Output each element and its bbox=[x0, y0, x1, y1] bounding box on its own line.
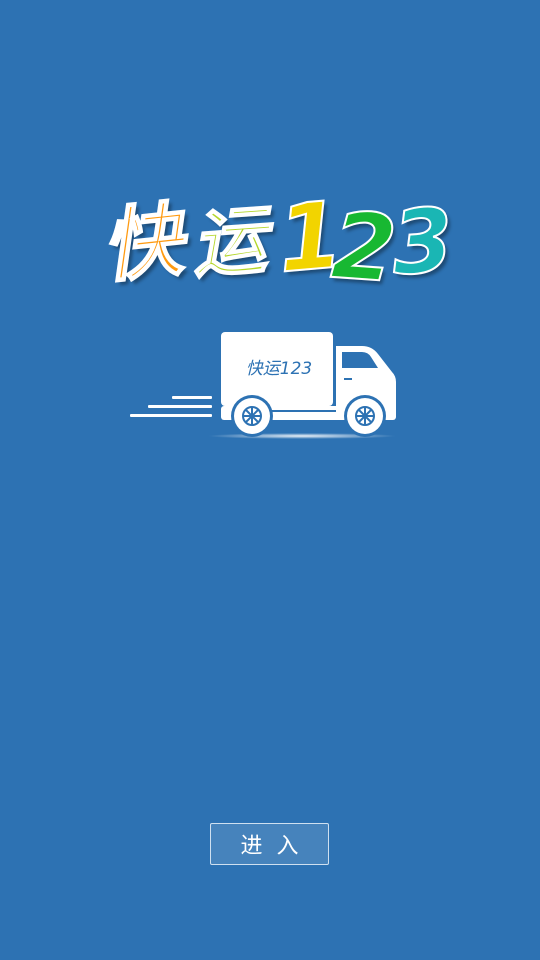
logo-char-kuai: 快 bbox=[96, 192, 187, 295]
front-wheel bbox=[344, 395, 386, 437]
truck-label: 快运123 bbox=[245, 359, 313, 379]
rear-wheel bbox=[231, 395, 273, 437]
truck-icon bbox=[130, 332, 396, 439]
app-logo: 快 运 1 2 3 bbox=[96, 180, 460, 304]
delivery-truck-illustration: 快运123 bbox=[126, 326, 406, 444]
logo-digit-2: 2 bbox=[327, 191, 400, 304]
logo-digit-3: 3 bbox=[387, 187, 457, 296]
logo-char-yun: 运 bbox=[188, 197, 270, 290]
speed-lines bbox=[130, 396, 212, 417]
enter-button[interactable]: 进入 bbox=[210, 823, 329, 865]
